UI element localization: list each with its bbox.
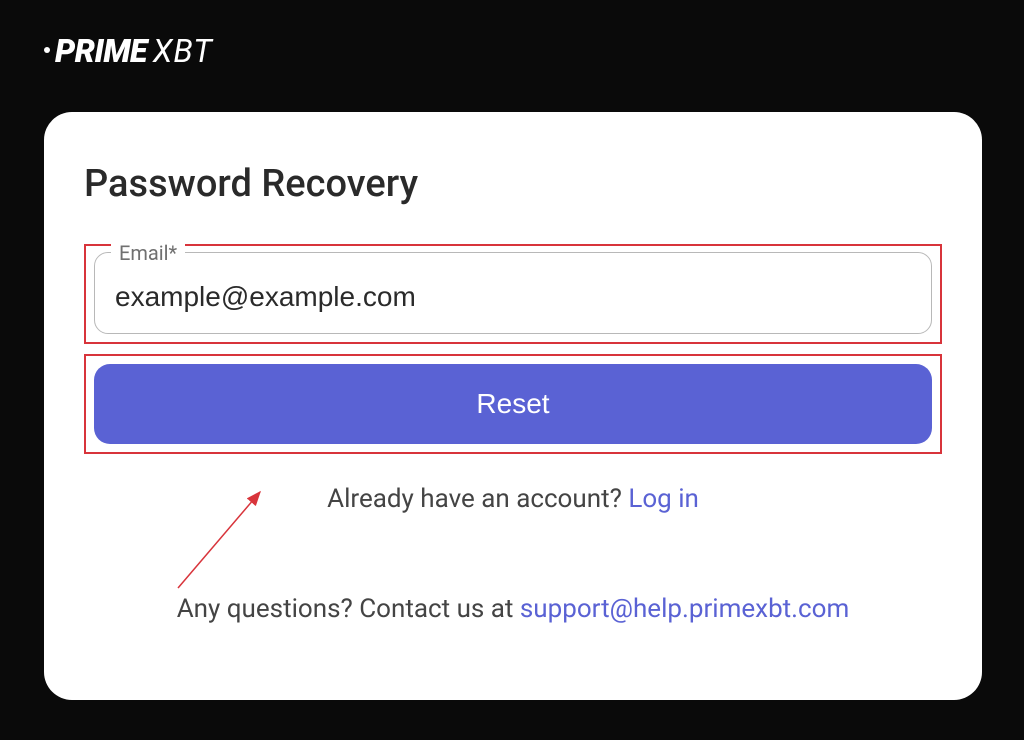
reset-highlight-box: Reset (84, 354, 942, 454)
contact-row: Any questions? Contact us at support@hel… (84, 594, 942, 624)
logo-text-xbt: XBT (153, 32, 213, 70)
logo-text-prime: PRIME (55, 32, 147, 70)
support-email-link[interactable]: support@help.primexbt.com (520, 594, 849, 624)
account-prompt-text: Already have an account? (327, 484, 628, 514)
password-recovery-card: Password Recovery Email* Reset Already h… (44, 112, 982, 700)
login-link[interactable]: Log in (628, 484, 699, 514)
email-field-wrapper: Email* (94, 252, 932, 334)
logo-dot-icon (44, 47, 50, 53)
contact-prompt-text: Any questions? Contact us at (177, 594, 520, 624)
page-title: Password Recovery (84, 162, 942, 206)
email-highlight-box: Email* (84, 244, 942, 344)
account-row: Already have an account? Log in (84, 484, 942, 514)
email-label: Email* (111, 241, 185, 265)
brand-logo: PRIME XBT (44, 32, 213, 70)
reset-button[interactable]: Reset (94, 364, 932, 444)
email-input[interactable] (115, 281, 911, 313)
